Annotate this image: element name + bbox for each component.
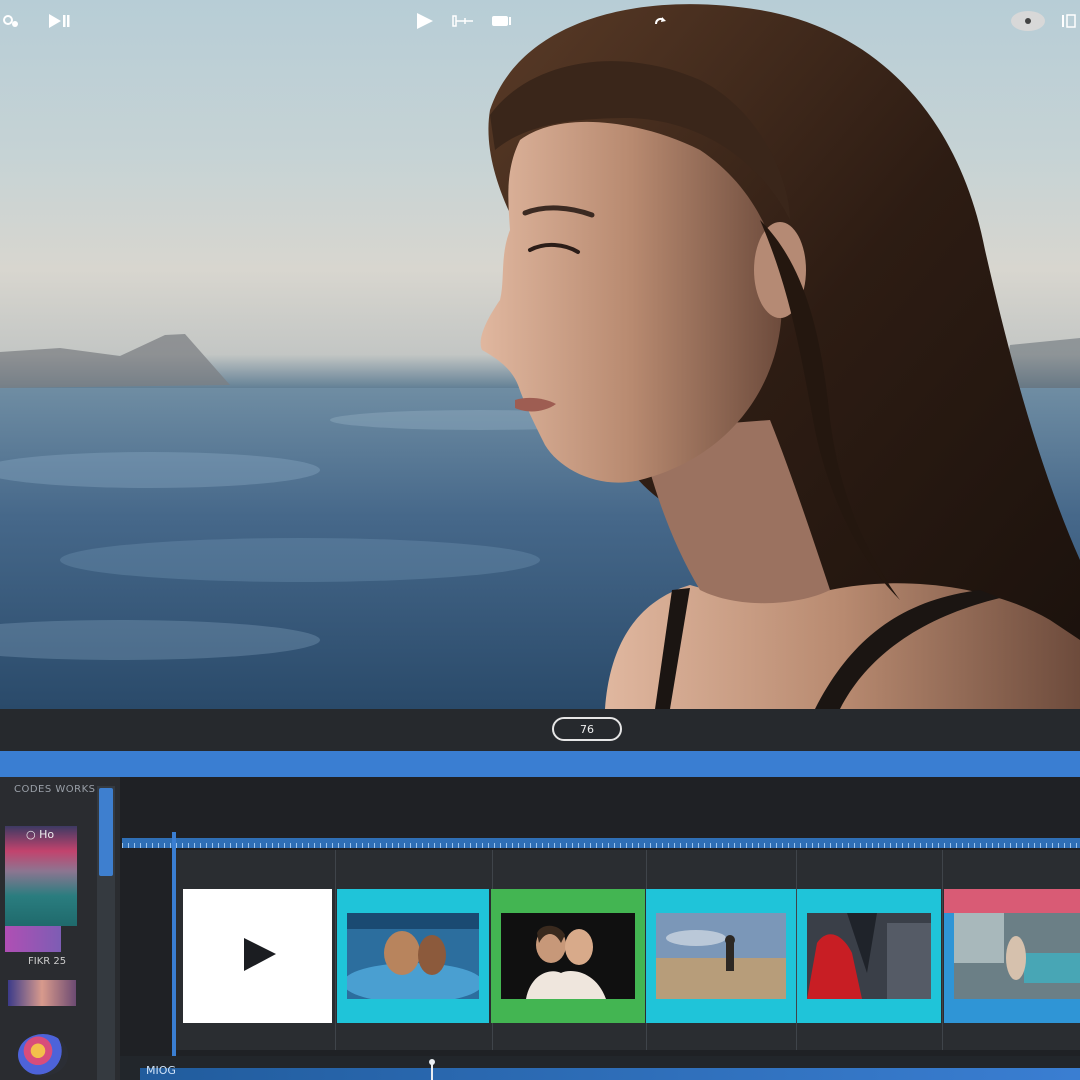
track-divider — [942, 850, 943, 1050]
effects-label: FIKR 25 — [28, 956, 67, 967]
red-dress-thumbnail — [807, 913, 931, 999]
clip-red-dress[interactable] — [797, 889, 941, 1023]
play-icon — [244, 938, 276, 971]
frame-counter[interactable]: 76 — [552, 717, 622, 741]
bedroom-thumbnail — [954, 913, 1080, 999]
clip-white-play[interactable] — [183, 889, 332, 1023]
more-icon[interactable] — [1058, 9, 1080, 33]
marker-icon[interactable] — [428, 1056, 436, 1080]
clip-desert-figure[interactable] — [646, 889, 796, 1023]
timeline-header-bar — [0, 751, 1080, 777]
clip-bedroom[interactable] — [944, 889, 1080, 1023]
play-icon[interactable] — [414, 9, 436, 33]
link-icon[interactable] — [0, 9, 22, 33]
playhead[interactable] — [172, 832, 176, 1080]
track-label: MIOG — [146, 1064, 176, 1077]
play-pause-icon[interactable] — [46, 9, 72, 33]
preview-scene — [0, 4, 1080, 709]
color-gradient-swatch[interactable] — [5, 826, 77, 926]
video-preview — [0, 0, 1080, 709]
clip-swimmers[interactable] — [337, 889, 489, 1023]
trim-icon[interactable] — [450, 9, 476, 33]
audio-waveform-bar[interactable] — [140, 1068, 1080, 1080]
playback-toolbar — [0, 709, 1080, 751]
track-divider — [335, 850, 336, 1050]
swimmers-thumbnail — [347, 913, 479, 999]
panel-title: CODES WORKS — [14, 784, 96, 795]
record-icon[interactable] — [1010, 9, 1046, 33]
camera-icon[interactable] — [489, 9, 515, 33]
desert-thumbnail — [656, 913, 786, 999]
panel-scrollbar-thumb[interactable] — [99, 788, 113, 876]
swatch-label: ○ Ho — [26, 828, 55, 841]
app-logo-icon — [18, 1034, 68, 1076]
purple-color-swatch[interactable] — [5, 926, 61, 952]
couple-thumbnail — [501, 913, 635, 999]
ruler-ticks — [122, 843, 1080, 848]
undo-icon[interactable] — [650, 9, 670, 33]
media-thumbnail[interactable] — [8, 980, 76, 1006]
clip-couple-portrait[interactable] — [491, 889, 645, 1023]
